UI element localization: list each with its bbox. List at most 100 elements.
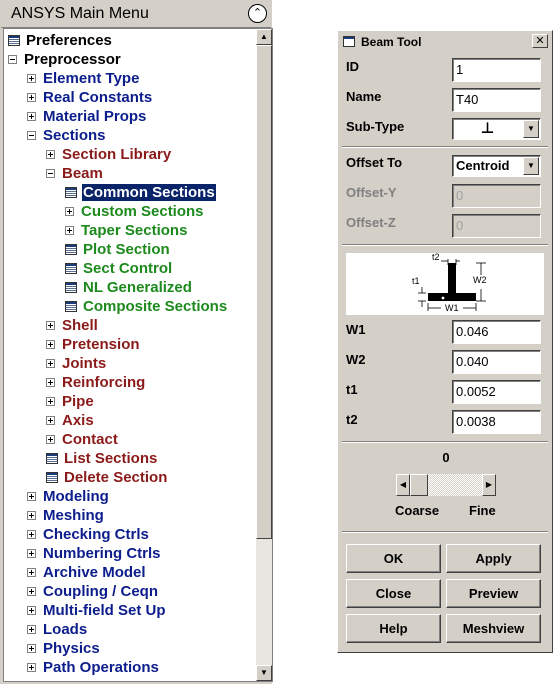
close-button[interactable]: Close [346, 579, 441, 608]
expand-icon[interactable] [27, 529, 36, 539]
expand-icon[interactable] [27, 662, 36, 672]
help-button[interactable]: Help [346, 614, 441, 643]
slider-thumb[interactable] [410, 474, 428, 496]
scroll-down-icon[interactable]: ▼ [256, 665, 272, 681]
tree-item-label: Archive Model [43, 564, 146, 581]
expand-icon[interactable] [27, 92, 36, 102]
expand-icon[interactable] [46, 434, 55, 444]
tree-item[interactable]: Beam [46, 164, 104, 183]
dropdown-arrow-icon[interactable]: ▼ [523, 120, 539, 138]
preview-button[interactable]: Preview [446, 579, 541, 608]
t1-dim-label: t1 [412, 276, 420, 286]
close-icon[interactable]: ✕ [532, 34, 548, 48]
offset-to-label: Offset To [346, 155, 403, 170]
tree-item[interactable]: Pipe [46, 392, 95, 411]
tree-item[interactable]: Real Constants [27, 88, 153, 107]
tree-item[interactable]: List Sections [46, 449, 158, 468]
name-label: Name [346, 89, 382, 104]
apply-button[interactable]: Apply [446, 544, 541, 573]
tree-item[interactable]: Preferences [8, 31, 113, 50]
tree-item[interactable]: Sections [27, 126, 107, 145]
ok-button[interactable]: OK [346, 544, 441, 573]
t2-field[interactable]: 0.0038 [452, 410, 541, 434]
tree-item[interactable]: NL Generalized [65, 278, 193, 297]
name-field[interactable]: T40 [452, 88, 541, 112]
offset-to-value: Centroid [456, 158, 510, 173]
expand-icon[interactable] [46, 377, 55, 387]
tree-item[interactable]: Contact [46, 430, 119, 449]
tree-item[interactable]: Plot Section [65, 240, 171, 259]
tree-item[interactable]: Custom Sections [65, 202, 205, 221]
expand-icon[interactable] [46, 339, 55, 349]
expand-icon[interactable] [65, 225, 74, 235]
tree-item[interactable]: Delete Section [46, 468, 168, 487]
collapse-menu-icon[interactable]: ⌃ [248, 4, 267, 23]
expand-icon[interactable] [27, 111, 36, 121]
expand-icon[interactable] [46, 415, 55, 425]
expand-icon[interactable] [46, 396, 55, 406]
expand-icon[interactable] [27, 643, 36, 653]
tree-item[interactable]: Numbering Ctrls [27, 544, 162, 563]
collapse-icon[interactable] [46, 168, 55, 178]
tree-item[interactable]: Pretension [46, 335, 141, 354]
expand-icon[interactable] [46, 320, 55, 330]
tree-item-label: Numbering Ctrls [43, 545, 161, 562]
id-field[interactable]: 1 [452, 58, 541, 82]
tree-item[interactable]: Joints [46, 354, 107, 373]
tree-item[interactable]: Loads [27, 620, 88, 639]
tree-item[interactable]: Modeling [27, 487, 110, 506]
tree-item[interactable]: Element Type [27, 69, 140, 88]
tree-item[interactable]: Axis [46, 411, 95, 430]
expand-icon[interactable] [27, 624, 36, 634]
tree-item-label: Loads [43, 621, 88, 638]
collapse-icon[interactable] [27, 130, 36, 140]
offset-to-dropdown[interactable]: Centroid ▼ [452, 155, 541, 177]
dropdown-arrow-icon[interactable]: ▼ [523, 157, 539, 175]
tree-item[interactable]: Meshing [27, 506, 105, 525]
beam-tool-titlebar[interactable]: Beam Tool ✕ [340, 33, 550, 51]
command-icon [65, 262, 77, 274]
window-menu-icon[interactable] [343, 36, 355, 47]
tree-item[interactable]: Shell [46, 316, 99, 335]
scroll-up-icon[interactable]: ▲ [256, 29, 272, 45]
meshview-button[interactable]: Meshview [446, 614, 541, 643]
expand-icon[interactable] [65, 206, 74, 216]
tree-item[interactable]: Multi-field Set Up [27, 601, 167, 620]
slider-left-icon[interactable]: ◀ [396, 474, 410, 496]
expand-icon[interactable] [27, 510, 36, 520]
tree-item[interactable]: Composite Sections [65, 297, 228, 316]
tree-item[interactable]: Physics [27, 639, 101, 658]
main-menu-scrollbar[interactable]: ▲ ▼ [256, 29, 272, 681]
subtype-dropdown[interactable]: ⊥ ▼ [452, 118, 541, 140]
tree-item[interactable]: Taper Sections [65, 221, 188, 240]
tree-item[interactable]: Common Sections [65, 183, 216, 202]
slider-right-icon[interactable]: ▶ [482, 474, 496, 496]
w2-field[interactable]: 0.040 [452, 350, 541, 374]
tree-item-label: Element Type [43, 70, 140, 87]
tree-item[interactable]: Sect Control [65, 259, 173, 278]
t1-field[interactable]: 0.0052 [452, 380, 541, 404]
expand-icon[interactable] [46, 358, 55, 368]
tree-item[interactable]: Section Library [46, 145, 172, 164]
tree-item[interactable]: Reinforcing [46, 373, 146, 392]
expand-icon[interactable] [27, 567, 36, 577]
expand-icon[interactable] [27, 548, 36, 558]
w1-field[interactable]: 0.046 [452, 320, 541, 344]
separator [342, 146, 548, 148]
expand-icon[interactable] [27, 491, 36, 501]
tree-item[interactable]: Checking Ctrls [27, 525, 150, 544]
expand-icon[interactable] [46, 149, 55, 159]
command-icon [65, 281, 77, 293]
expand-icon[interactable] [27, 586, 36, 596]
tree-item[interactable]: Coupling / Ceqn [27, 582, 159, 601]
expand-icon[interactable] [27, 605, 36, 615]
tree-item-label: Preferences [26, 32, 112, 49]
tree-item[interactable]: Archive Model [27, 563, 147, 582]
expand-icon[interactable] [27, 73, 36, 83]
tree-item[interactable]: Preprocessor [8, 50, 122, 69]
collapse-icon[interactable] [8, 54, 17, 64]
tree-item[interactable]: Material Props [27, 107, 147, 126]
scrollbar-thumb[interactable] [256, 45, 272, 539]
mesh-size-slider[interactable]: ◀ ▶ [396, 474, 496, 496]
tree-item[interactable]: Path Operations [27, 658, 160, 677]
